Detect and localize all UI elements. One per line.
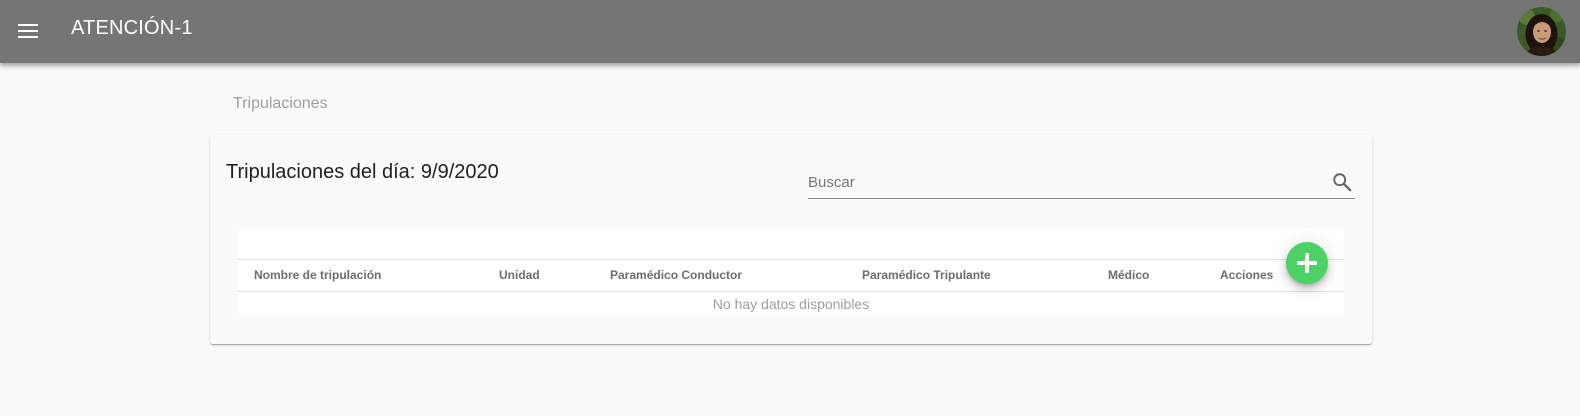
user-avatar[interactable]	[1517, 7, 1566, 56]
crews-table: Nombre de tripulación Unidad Paramédico …	[238, 228, 1344, 316]
column-header-unit[interactable]: Unidad	[499, 268, 540, 282]
column-header-doctor[interactable]: Médico	[1108, 268, 1149, 282]
column-header-paramedic-driver[interactable]: Paramédico Conductor	[610, 268, 742, 282]
search-input[interactable]: Buscar	[808, 167, 1355, 199]
add-crew-button[interactable]	[1286, 242, 1328, 284]
card-title: Tripulaciones del día: 9/9/2020	[226, 161, 499, 183]
plus-icon	[1297, 253, 1317, 273]
search-placeholder: Buscar	[808, 174, 855, 191]
column-header-paramedic-crew[interactable]: Paramédico Tripulante	[862, 268, 991, 282]
empty-table-message: No hay datos disponibles	[712, 296, 870, 312]
menu-icon	[18, 24, 38, 38]
search-icon[interactable]	[1331, 171, 1353, 193]
app-bar: ATENCIÓN-1	[0, 0, 1580, 63]
crews-card: Tripulaciones del día: 9/9/2020 Buscar N…	[210, 135, 1372, 344]
column-header-actions: Acciones	[1220, 268, 1274, 282]
app-title: ATENCIÓN-1	[71, 17, 193, 39]
table-header-row: Nombre de tripulación Unidad Paramédico …	[238, 259, 1344, 292]
menu-button[interactable]	[12, 15, 44, 47]
column-header-name[interactable]: Nombre de tripulación	[254, 268, 381, 282]
breadcrumb: Tripulaciones	[233, 95, 328, 112]
